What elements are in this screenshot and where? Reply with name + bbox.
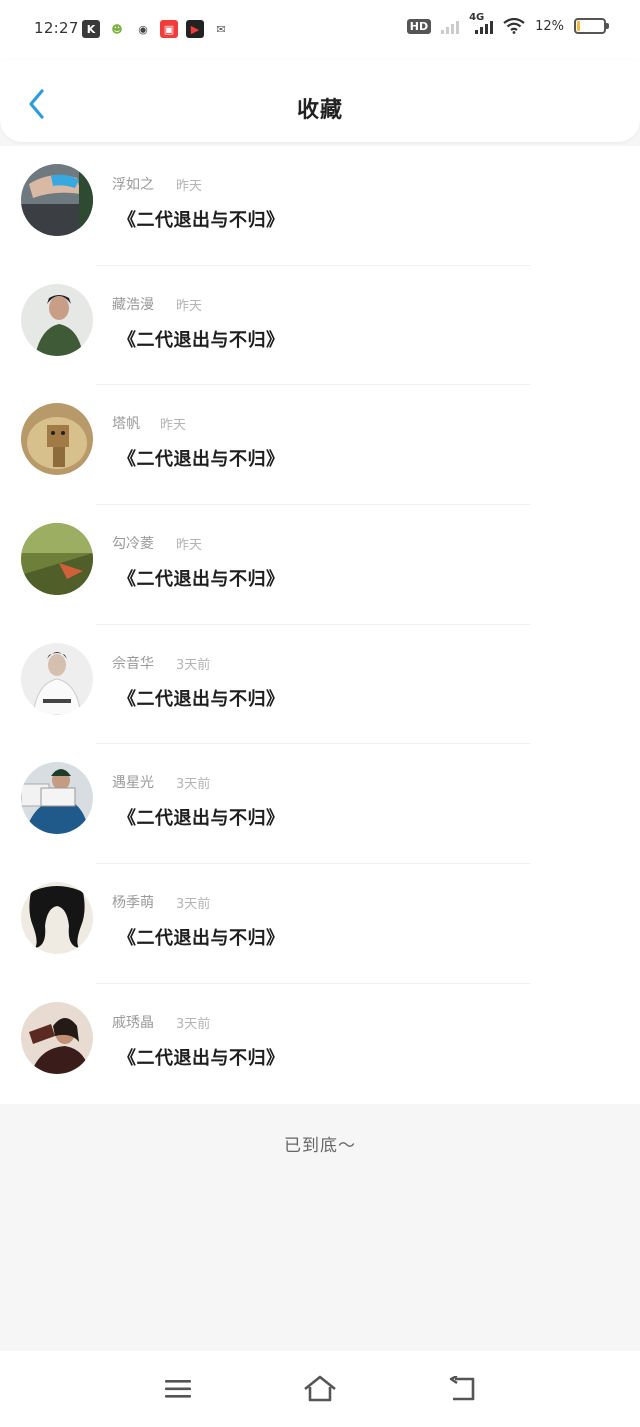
video-app-icon: ▣: [160, 20, 178, 38]
item-title: 《二代退出与不归》: [118, 688, 285, 710]
end-of-list-text: 已到底～: [284, 1136, 356, 1156]
menu-icon: [165, 1380, 191, 1398]
status-bar: 12:27 K ☻ ◉ ▣ ▶ ✉ HD 4G 12%: [0, 0, 640, 60]
item-title: 《二代退出与不归》: [118, 928, 285, 950]
home-button[interactable]: [300, 1369, 340, 1409]
avatar[interactable]: [21, 523, 93, 596]
back-icon: [449, 1376, 475, 1401]
list-item[interactable]: 遇星光 3天前 《二代退出与不归》: [0, 744, 640, 864]
header-bar: 收藏: [0, 60, 640, 142]
item-name: 藏浩漫: [112, 296, 154, 313]
list-item[interactable]: 藏浩漫 昨天 《二代退出与不归》: [0, 266, 640, 386]
avatar[interactable]: [21, 1001, 93, 1074]
notification-icons: K ☻ ◉ ▣ ▶ ✉: [82, 20, 230, 38]
battery-level: [577, 21, 580, 31]
signal-4g-icon: 4G: [469, 12, 494, 34]
item-name: 杨季萌: [112, 895, 154, 912]
list-item[interactable]: 戚琇晶 3天前 《二代退出与不归》: [0, 984, 640, 1104]
record-app-icon: ▶: [186, 20, 204, 38]
item-title: 《二代退出与不归》: [118, 210, 285, 231]
map-pin-app-icon: ◉: [134, 20, 152, 38]
battery-percent: 12%: [535, 18, 564, 34]
back-nav-button[interactable]: [442, 1369, 482, 1409]
item-time: 昨天: [176, 298, 203, 314]
wifi-icon: [503, 18, 525, 34]
avatar[interactable]: [21, 283, 93, 356]
battery-icon: [574, 18, 609, 34]
avatar[interactable]: [21, 882, 93, 955]
item-name: 戚琇晶: [112, 1014, 154, 1031]
network-type: 4G: [469, 12, 485, 23]
menu-button[interactable]: [158, 1369, 198, 1409]
page-title: 收藏: [296, 98, 343, 123]
item-time: 3天前: [176, 897, 211, 913]
item-time: 3天前: [176, 657, 211, 673]
item-name: 塔帆: [112, 416, 140, 433]
list-item[interactable]: 佘音华 3天前 《二代退出与不归》: [0, 625, 640, 745]
wechat-icon: ✉: [212, 20, 230, 38]
hd-badge: HD: [406, 18, 432, 34]
status-time: 12:27: [34, 19, 79, 37]
item-title: 《二代退出与不归》: [118, 329, 285, 351]
status-right: HD 4G 12%: [406, 12, 609, 34]
item-name: 勾冷菱: [112, 536, 154, 553]
avatar[interactable]: [21, 762, 93, 835]
k-app-icon: K: [82, 20, 100, 38]
item-title: 《二代退出与不归》: [118, 449, 285, 471]
item-title: 《二代退出与不归》: [118, 808, 285, 830]
list-item[interactable]: 勾冷菱 昨天 《二代退出与不归》: [0, 505, 640, 625]
item-time: 3天前: [176, 1016, 211, 1032]
item-time: 昨天: [160, 418, 187, 434]
favorites-list: 浮如之 昨天 《二代退出与不归》 藏浩漫 昨天 《二代退出与不归》 塔帆 昨天 …: [0, 146, 640, 1104]
list-item[interactable]: 杨季萌 3天前 《二代退出与不归》: [0, 864, 640, 984]
signal-sim1-icon: [441, 18, 460, 34]
system-nav-bar: [0, 1351, 640, 1427]
item-name: 佘音华: [112, 655, 154, 672]
item-time: 昨天: [176, 179, 203, 194]
list-item[interactable]: 浮如之 昨天 《二代退出与不归》: [0, 146, 640, 266]
game-app-icon: ☻: [108, 20, 126, 38]
item-name: 浮如之: [112, 177, 154, 193]
avatar[interactable]: [21, 642, 93, 715]
item-time: 3天前: [176, 777, 211, 793]
item-title: 《二代退出与不归》: [118, 569, 285, 591]
item-name: 遇星光: [112, 775, 154, 792]
item-title: 《二代退出与不归》: [118, 1047, 285, 1069]
item-time: 昨天: [176, 538, 203, 554]
avatar[interactable]: [21, 403, 93, 476]
home-icon: [304, 1375, 336, 1402]
list-item[interactable]: 塔帆 昨天 《二代退出与不归》: [0, 385, 640, 505]
avatar[interactable]: [21, 164, 93, 236]
